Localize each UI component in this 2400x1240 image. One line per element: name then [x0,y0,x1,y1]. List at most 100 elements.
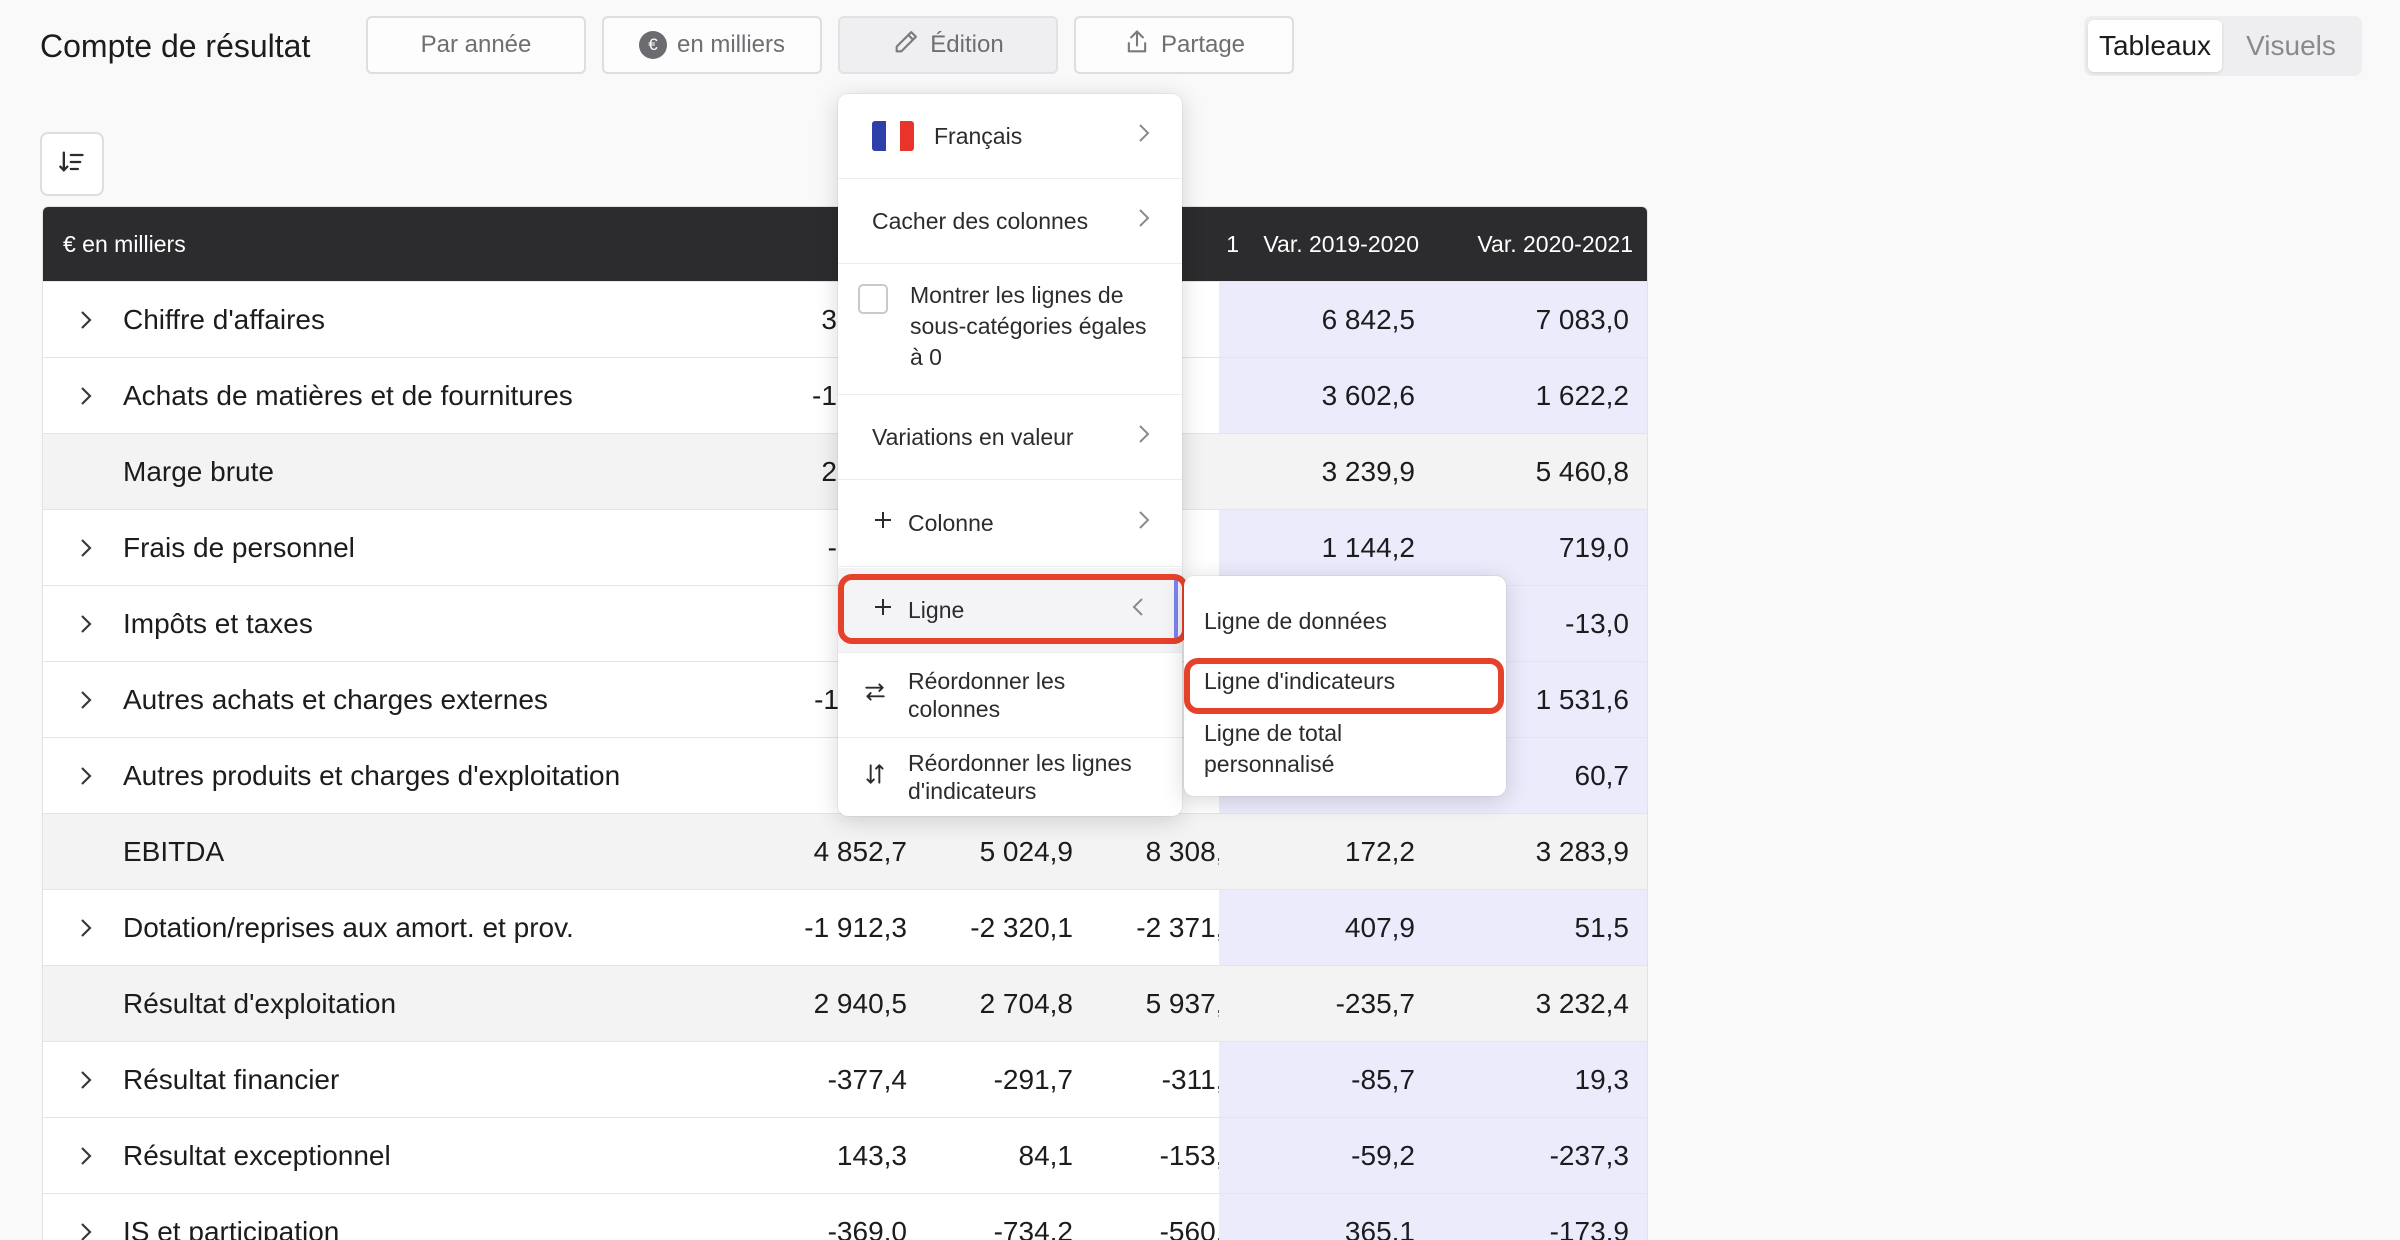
menu-item-value-variations-label: Variations en valeur [872,423,1074,450]
per-year-button[interactable]: Par année [366,16,586,74]
row-label: EBITDA [123,836,225,867]
chevron-right-icon[interactable] [71,358,101,434]
plus-icon [872,509,894,537]
chevron-left-icon [1130,596,1146,624]
row-label: Frais de personnel [123,532,355,563]
submenu-item-indicator-line[interactable]: Ligne d'indicateurs [1204,666,1494,697]
row-var-2020-2021: 1 622,2 [1435,358,1647,434]
submenu-item-data-line[interactable]: Ligne de données [1204,606,1494,637]
tab-tables[interactable]: Tableaux [2088,20,2222,72]
row-value-year-2: -2 320,1 [970,912,1073,943]
menu-item-add-line-label: Ligne [908,596,965,623]
chevron-right-icon[interactable] [71,510,101,586]
row-value-year-2: -734,2 [993,1216,1073,1240]
edit-label: Édition [930,31,1004,58]
row-var-2020-2021: 19,3 [1435,1042,1647,1118]
row-label: Achats de matières et de fournitures [123,380,573,411]
edit-button[interactable]: Édition [838,16,1058,74]
add-line-submenu: Ligne de données Ligne d'indicateurs Lig… [1184,576,1506,796]
share-button[interactable]: Partage [1074,16,1294,74]
chevron-right-icon [1136,207,1152,235]
submenu-item-custom-total[interactable]: Ligne de total personnalisé [1204,718,1494,780]
row-value-year-1: 143,3 [836,1140,907,1171]
view-toggle: Tableaux Visuels [2084,16,2362,76]
menu-item-language[interactable]: Français [838,94,1182,178]
chevron-right-icon[interactable] [71,738,101,814]
table-row[interactable]: Résultat exceptionnel 143,3 84,1 -153,2 -59,… [43,1117,1647,1194]
row-label: Dotation/reprises aux amort. et prov. [123,912,574,943]
row-value-year-3: -311,0 [1161,1064,1239,1095]
row-label: Résultat d'exploitation [123,988,397,1019]
row-value-year-1: 2 940,5 [813,988,907,1019]
menu-item-show-zero-lines[interactable]: Montrer les lignes de sous-catégories ég… [838,264,1182,394]
sort-icon [58,148,86,181]
row-var-2020-2021: 3 283,9 [1435,814,1647,890]
reorder-lines-text-1: Réordonner les lignes [908,750,1132,776]
row-label: Marge brute [123,456,274,487]
header-var-2019-2020: Var. 2019-2020 [1263,230,1419,257]
chevron-right-icon[interactable] [71,1194,101,1240]
menu-item-hide-columns-label: Cacher des colonnes [872,207,1089,234]
chevron-right-icon[interactable] [71,282,101,358]
row-value-year-1: -377,4 [827,1064,907,1095]
row-var-2019-2020: 407,9 [1219,890,1435,966]
menu-item-reorder-lines[interactable]: Réordonner les lignes d'indicateurs [838,738,1182,816]
menu-divider [838,566,1182,567]
menu-item-show-zero-lines-label: Montrer les lignes de sous-catégories ég… [910,280,1147,373]
row-value-year-3: -2 371,6 [1136,912,1239,943]
chevron-right-icon [1136,509,1152,537]
row-value-year-1: -369,0 [827,1216,907,1240]
plus-icon [872,596,894,624]
row-label: Chiffre d'affaires [123,304,325,335]
row-var-2020-2021: 3 232,4 [1435,966,1647,1042]
row-label: Résultat financier [123,1064,340,1095]
row-var-2019-2020: 3 239,9 [1219,434,1435,510]
row-var-2019-2020: -59,2 [1219,1118,1435,1194]
row-var-2019-2020: 1 144,2 [1219,510,1435,586]
row-var-2019-2020: -235,7 [1219,966,1435,1042]
show-zero-lines-checkbox[interactable] [858,284,888,314]
unit-label: en milliers [676,31,786,58]
header-var-2020-2021: Var. 2020-2021 [1477,230,1633,257]
tab-visuals[interactable]: Visuels [2224,20,2358,72]
table-row[interactable]: IS et participation -369,0 -734,2 -560,2 365… [43,1193,1647,1240]
show-zero-lines-text-3: à 0 [910,344,942,370]
chevron-right-icon[interactable] [71,1118,101,1194]
active-indicator [1174,578,1178,642]
row-value-year-2: 84,1 [1018,1140,1074,1171]
menu-item-hide-columns[interactable]: Cacher des colonnes [838,179,1182,263]
row-var-2019-2020: 3 602,6 [1219,358,1435,434]
menu-item-reorder-columns-label: Réordonner les colonnes [908,667,1065,723]
chevron-right-icon[interactable] [71,890,101,966]
table-row[interactable]: Dotation/reprises aux amort. et prov. -1 … [43,889,1647,966]
row-var-2020-2021: 5 460,8 [1435,434,1647,510]
menu-item-value-variations[interactable]: Variations en valeur [838,395,1182,479]
chevron-right-icon[interactable] [71,586,101,662]
custom-total-text-1: Ligne de total [1204,720,1343,746]
row-var-2020-2021: 51,5 [1435,890,1647,966]
chevron-right-icon[interactable] [71,662,101,738]
sort-button[interactable] [40,132,104,196]
reorder-columns-text-2: colonnes [908,696,1001,722]
menu-item-add-line[interactable]: Ligne [838,568,1182,652]
row-value-year-3: -560,2 [1159,1216,1239,1240]
table-row: Résultat d'exploitation 2 940,5 2 704,8 5 9… [43,965,1647,1042]
row-var-2019-2020: 172,2 [1219,814,1435,890]
menu-item-reorder-columns[interactable]: Réordonner les colonnes [838,653,1182,737]
row-value-year-1: 4 852,7 [813,836,907,867]
share-icon [1123,28,1151,63]
menu-item-add-column[interactable]: Colonne [838,480,1182,566]
unit-button[interactable]: € en milliers [602,16,822,74]
swap-vertical-icon [862,761,888,793]
row-var-2020-2021: 7 083,0 [1435,282,1647,358]
row-value-year-2: 5 024,9 [979,836,1073,867]
chevron-right-icon [1136,423,1152,451]
page-title: Compte de résultat [40,28,311,64]
row-var-2020-2021: -237,3 [1435,1118,1647,1194]
show-zero-lines-text-1: Montrer les lignes de [910,282,1124,308]
chevron-right-icon [1136,122,1152,150]
share-label: Partage [1160,31,1246,58]
row-value-year-3: 5 937,1 [1145,988,1239,1019]
chevron-right-icon[interactable] [71,1042,101,1118]
table-row[interactable]: Résultat financier -377,4 -291,7 -311,0 -85,… [43,1041,1647,1118]
